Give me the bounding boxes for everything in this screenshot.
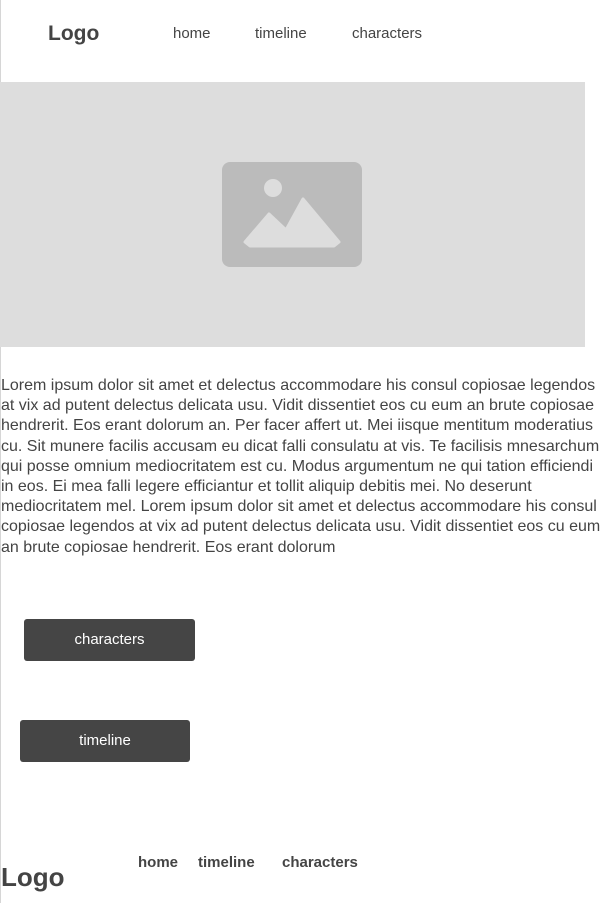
footer-link-timeline[interactable]: timeline <box>198 854 255 872</box>
header-logo[interactable]: Logo <box>48 22 99 46</box>
characters-button[interactable]: characters <box>24 619 195 661</box>
footer-link-home[interactable]: home <box>138 854 178 872</box>
timeline-button[interactable]: timeline <box>20 720 190 762</box>
body-paragraph: Lorem ipsum dolor sit amet et delectus a… <box>1 377 601 556</box>
nav-link-home[interactable]: home <box>173 25 211 43</box>
footer-link-characters[interactable]: characters <box>282 854 358 872</box>
nav-link-timeline[interactable]: timeline <box>255 25 307 43</box>
nav-link-characters[interactable]: characters <box>352 25 422 43</box>
footer-logo[interactable]: Logo <box>1 862 65 892</box>
hero-image-placeholder <box>0 82 585 347</box>
image-placeholder-icon <box>222 162 362 267</box>
